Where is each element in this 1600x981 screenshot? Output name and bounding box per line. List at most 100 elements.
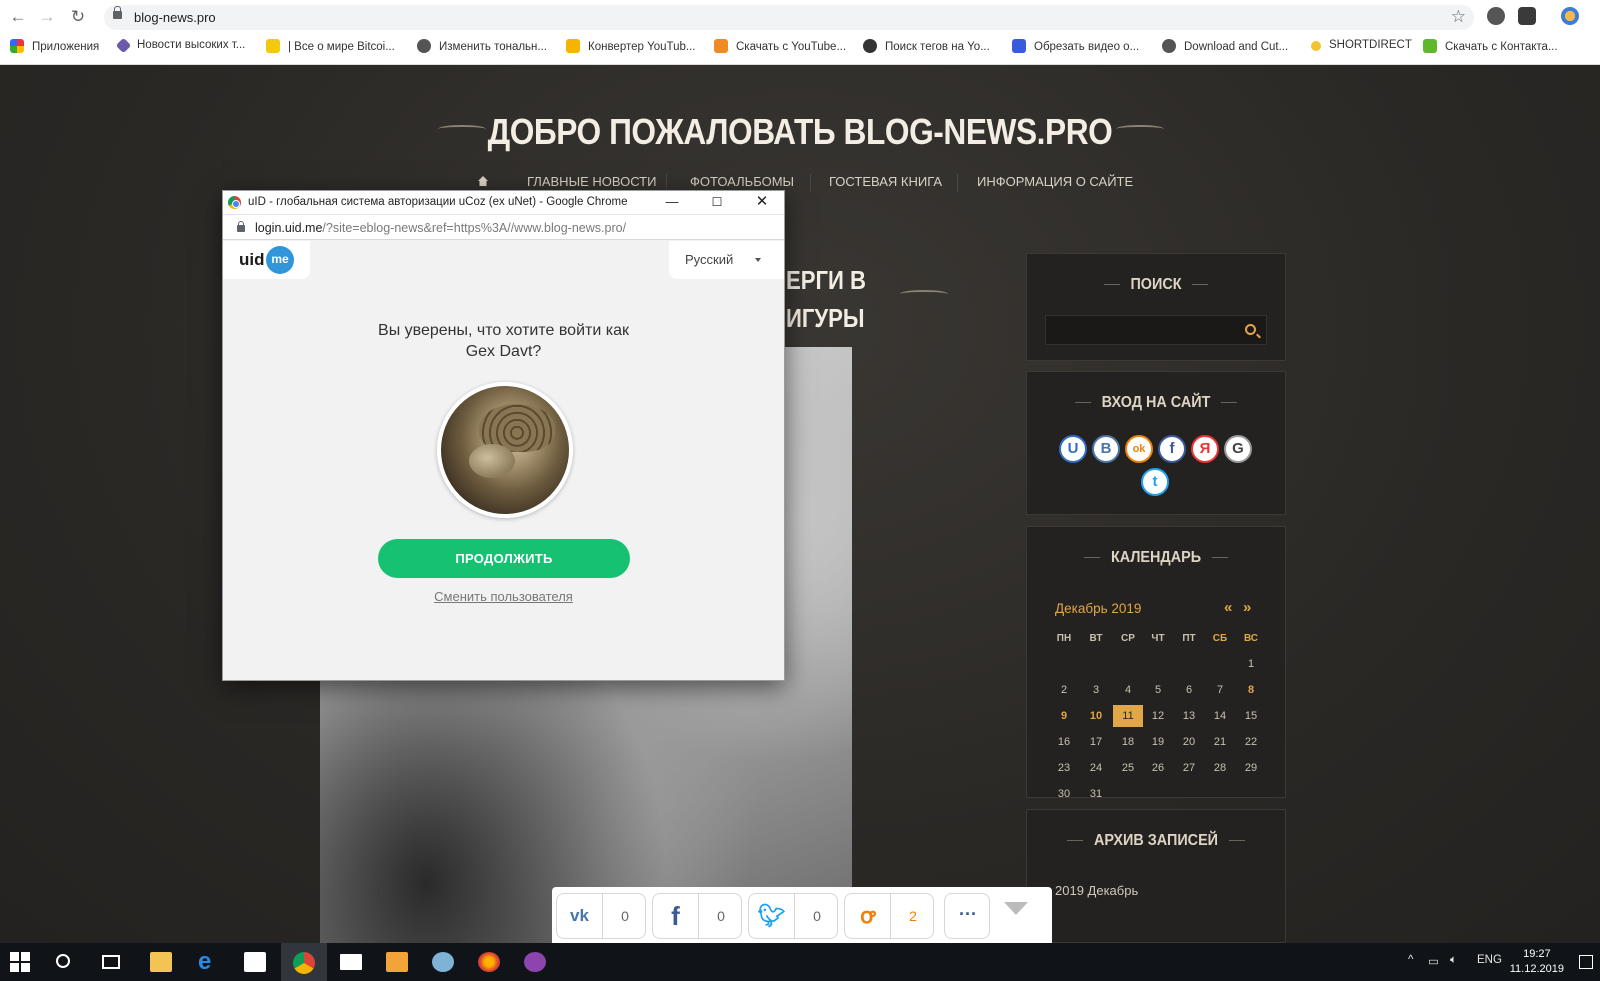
language-indicator[interactable]: ENG: [1477, 954, 1502, 966]
continue-button[interactable]: ПРОДОЛЖИТЬ: [378, 539, 630, 578]
collapse-share-icon[interactable]: [1004, 902, 1028, 915]
popup-titlebar[interactable]: uID - глобальная система авторизации uCo…: [223, 191, 784, 214]
app-icon[interactable]: [524, 952, 546, 972]
bookmark-label: SHORTDIRECT: [1329, 39, 1412, 51]
calendar-day[interactable]: 8: [1236, 684, 1266, 696]
calendar-day-today[interactable]: 11: [1113, 705, 1143, 727]
logo-badge: me: [266, 246, 294, 274]
tray-chevron-icon[interactable]: ^: [1408, 954, 1413, 966]
bookmark-item[interactable]: Изменить тональн...: [417, 39, 547, 53]
file-explorer-icon[interactable]: [150, 952, 172, 972]
ucoz-login-icon[interactable]: U: [1059, 435, 1087, 463]
store-icon[interactable]: [244, 952, 266, 972]
calendar-day[interactable]: 10: [1081, 710, 1111, 722]
facebook-share-button[interactable]: f 0: [652, 893, 742, 939]
search-icon[interactable]: [56, 954, 70, 968]
article-title[interactable]: ЕРГИ В ИГУРЫ: [786, 261, 866, 337]
calendar-day: 18: [1121, 736, 1135, 748]
volume-icon[interactable]: 🔈︎: [1450, 954, 1457, 967]
windows-start-icon[interactable]: [10, 952, 32, 972]
calendar-weekday: ВС: [1243, 633, 1259, 644]
site-title[interactable]: ДОБРО ПОЖАЛОВАТЬ BLOG-NEWS.PRO: [96, 111, 1504, 153]
calendar-day: 15: [1244, 710, 1258, 722]
title-flourish-right: [1116, 125, 1164, 133]
extension-icon[interactable]: [1487, 7, 1505, 25]
mail-icon[interactable]: [340, 954, 362, 970]
calendar-day[interactable]: 9: [1049, 710, 1079, 722]
odnoklassniki-share-button[interactable]: ꝍ 2: [844, 893, 934, 939]
widget-title-calendar: КАЛЕНДАРЬ: [1040, 549, 1272, 567]
omnibox[interactable]: blog-news.pro ☆: [104, 5, 1474, 30]
bookmark-item[interactable]: SHORTDIRECT: [1311, 39, 1412, 51]
search-input[interactable]: [1045, 315, 1267, 345]
vk-login-icon[interactable]: B: [1092, 435, 1120, 463]
address-bar-row: ← → ↻ blog-news.pro ☆: [0, 0, 1600, 33]
edge-browser-icon[interactable]: e: [198, 948, 220, 975]
address-url[interactable]: blog-news.pro: [134, 10, 216, 25]
nav-item-about[interactable]: ИНФОРМАЦИЯ О САЙТЕ: [977, 174, 1133, 189]
firefox-icon[interactable]: [478, 952, 500, 972]
switch-user-link[interactable]: Сменить пользователя: [223, 589, 784, 604]
nav-divider: [810, 174, 811, 192]
clock[interactable]: 19:27 11.12.2019: [1510, 947, 1564, 977]
bookmark-item[interactable]: Приложения: [10, 39, 99, 53]
bookmark-label: Конвертер YouTub...: [588, 41, 696, 53]
forward-arrow-icon[interactable]: →: [37, 7, 57, 27]
calendar-day: 26: [1151, 762, 1165, 774]
calendar-day: 1: [1247, 658, 1255, 670]
article-flourish: [900, 290, 948, 298]
task-view-icon[interactable]: [102, 955, 120, 969]
calendar-day: 30: [1057, 788, 1071, 800]
maximize-button[interactable]: ☐: [708, 194, 726, 210]
popup-url[interactable]: login.uid.me/?site=eblog-news&ref=https%…: [255, 221, 626, 235]
reload-icon[interactable]: ↻: [68, 7, 88, 27]
twitter-share-button[interactable]: 🐦︎ 0: [748, 893, 838, 939]
bookmark-item[interactable]: | Все о мире Bitcoi...: [266, 39, 395, 53]
language-select[interactable]: Русский: [669, 241, 784, 279]
bookmark-item[interactable]: Поиск тегов на Yo...: [863, 39, 990, 53]
bookmark-item[interactable]: Обрезать видео о...: [1012, 39, 1139, 53]
bookmark-favicon-icon: [115, 37, 132, 54]
bookmark-item[interactable]: Скачать с Контакта...: [1423, 39, 1558, 53]
calendar-prev-button[interactable]: «: [1224, 599, 1232, 616]
bookmark-item[interactable]: Конвертер YouTub...: [566, 39, 695, 53]
vk-share-button[interactable]: vk 0: [556, 893, 646, 939]
nav-item-photos[interactable]: ФОТОАЛЬБОМЫ: [690, 174, 794, 189]
more-share-button[interactable]: ···: [944, 893, 990, 939]
globe-icon: [1162, 39, 1176, 53]
calendar-day: 25: [1121, 762, 1135, 774]
yandex-login-icon[interactable]: Я: [1191, 435, 1219, 463]
widget-title-login: ВХОД НА САЙТ: [1040, 394, 1272, 412]
bookmark-star-icon[interactable]: ☆: [1451, 7, 1466, 27]
back-arrow-icon[interactable]: ←: [8, 7, 28, 27]
archive-link[interactable]: 2019 Декабрь: [1055, 883, 1138, 898]
nav-item-news[interactable]: ГЛАВНЫЕ НОВОСТИ: [527, 174, 656, 189]
minimize-button[interactable]: —: [663, 194, 681, 210]
popup-address-bar[interactable]: login.uid.me/?site=eblog-news&ref=https%…: [223, 214, 784, 240]
profile-avatar-icon[interactable]: [1561, 7, 1579, 25]
app-icon[interactable]: [432, 952, 454, 972]
search-icon[interactable]: [1245, 324, 1256, 335]
calendar-next-button[interactable]: »: [1243, 599, 1251, 616]
share-count: 0: [813, 908, 821, 924]
odnoklassniki-login-icon[interactable]: ok: [1125, 435, 1153, 463]
search-widget: ПОИСК: [1026, 253, 1286, 361]
bookmark-label: Обрезать видео о...: [1034, 41, 1140, 53]
extension-badge-icon[interactable]: [1518, 7, 1536, 25]
url-path: /?site=eblog-news&ref=https%3A//www.blog…: [322, 221, 627, 235]
bookmark-item[interactable]: Скачать с YouTube...: [714, 39, 846, 53]
confirm-question: Вы уверены, что хотите войти как Gex Dav…: [223, 320, 784, 362]
google-login-icon[interactable]: G: [1224, 435, 1252, 463]
chrome-icon[interactable]: [293, 952, 315, 974]
network-icon[interactable]: ▭: [1428, 954, 1439, 968]
notifications-icon[interactable]: [1579, 955, 1593, 969]
media-player-icon[interactable]: [386, 952, 408, 972]
bookmark-item[interactable]: Download and Cut...: [1162, 39, 1288, 53]
twitter-login-icon[interactable]: t: [1141, 468, 1169, 496]
bookmark-item[interactable]: Новости высоких т...: [115, 37, 245, 54]
facebook-login-icon[interactable]: f: [1158, 435, 1186, 463]
login-widget: ВХОД НА САЙТ U B ok f Я G t: [1026, 371, 1286, 515]
home-icon[interactable]: [478, 176, 488, 186]
close-button[interactable]: ✕: [753, 194, 771, 210]
nav-item-guestbook[interactable]: ГОСТЕВАЯ КНИГА: [829, 174, 942, 189]
